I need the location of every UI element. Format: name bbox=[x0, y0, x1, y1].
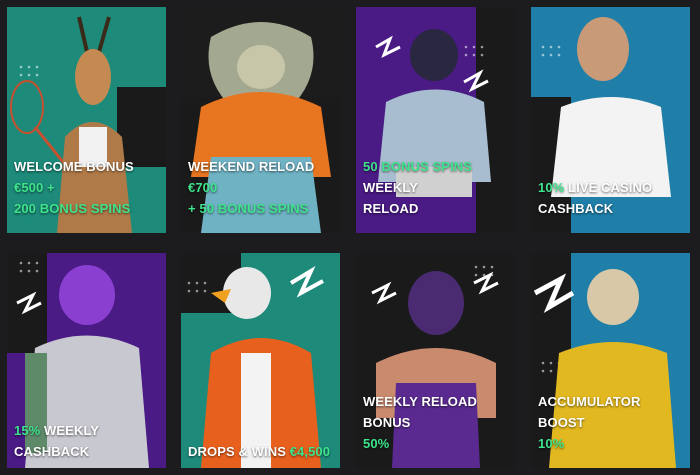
caption-highlight: €4,500 bbox=[289, 444, 331, 459]
caption-text: WEEKLY RELOAD BONUS bbox=[363, 394, 477, 430]
caption-text: WELCOME BONUS bbox=[14, 159, 134, 174]
caption-highlight: 50% bbox=[363, 436, 390, 451]
caption-highlight: 10% bbox=[538, 180, 565, 195]
promotions-grid: WELCOME BONUS €500 + 200 BONUS SPINS WEE… bbox=[0, 0, 700, 475]
caption-text: RELOAD bbox=[363, 201, 419, 216]
promo-caption-weekly-cashback: 15% WEEKLY CASHBACK bbox=[14, 420, 162, 462]
promo-card-drops-and-wins[interactable]: DROPS & WINS €4,500 bbox=[181, 253, 340, 468]
caption-text: CASHBACK bbox=[538, 201, 614, 216]
caption-highlight: 15% bbox=[14, 423, 41, 438]
promo-card-accumulator-boost[interactable]: ACCUMULATOR BOOST 10% bbox=[531, 253, 690, 468]
promo-card-weekly-reload-bonus[interactable]: WEEKLY RELOAD BONUS 50% bbox=[356, 253, 515, 468]
promo-card-welcome-bonus[interactable]: WELCOME BONUS €500 + 200 BONUS SPINS bbox=[7, 7, 166, 233]
caption-text: WEEKEND RELOAD bbox=[188, 159, 315, 174]
promo-card-50-bonus-spins[interactable]: 50 BONUS SPINS WEEKLY RELOAD bbox=[356, 7, 515, 233]
caption-highlight: €700 bbox=[188, 180, 218, 195]
promo-caption-50-bonus-spins: 50 BONUS SPINS WEEKLY RELOAD bbox=[363, 156, 511, 219]
caption-highlight: 50 BONUS SPINS bbox=[363, 159, 473, 174]
eagle-mascot-icon bbox=[181, 253, 340, 468]
caption-text: DROPS & WINS bbox=[188, 444, 290, 459]
promo-caption-live-casino-cashback: 10% LIVE CASINO CASHBACK bbox=[538, 177, 686, 219]
caption-text: ACCUMULATOR BOOST bbox=[538, 394, 641, 430]
promo-card-weekly-cashback[interactable]: 15% WEEKLY CASHBACK bbox=[7, 253, 166, 468]
caption-highlight: + 50 BONUS SPINS bbox=[188, 201, 309, 216]
promo-card-weekend-reload[interactable]: WEEKEND RELOAD €700 + 50 BONUS SPINS bbox=[181, 7, 340, 233]
promo-caption-drops-and-wins: DROPS & WINS €4,500 bbox=[188, 441, 336, 462]
caption-highlight: 200 BONUS SPINS bbox=[14, 201, 131, 216]
promo-caption-weekend-reload: WEEKEND RELOAD €700 + 50 BONUS SPINS bbox=[188, 156, 336, 219]
promo-caption-weekly-reload-bonus: WEEKLY RELOAD BONUS 50% bbox=[363, 391, 511, 454]
promo-card-live-casino-cashback[interactable]: 10% LIVE CASINO CASHBACK bbox=[531, 7, 690, 233]
caption-highlight: €500 + bbox=[14, 180, 55, 195]
promo-caption-welcome-bonus: WELCOME BONUS €500 + 200 BONUS SPINS bbox=[14, 156, 162, 219]
caption-highlight: 10% bbox=[538, 436, 565, 451]
caption-text: WEEKLY bbox=[363, 180, 419, 195]
promo-caption-accumulator-boost: ACCUMULATOR BOOST 10% bbox=[538, 391, 686, 454]
caption-text: LIVE CASINO bbox=[564, 180, 653, 195]
